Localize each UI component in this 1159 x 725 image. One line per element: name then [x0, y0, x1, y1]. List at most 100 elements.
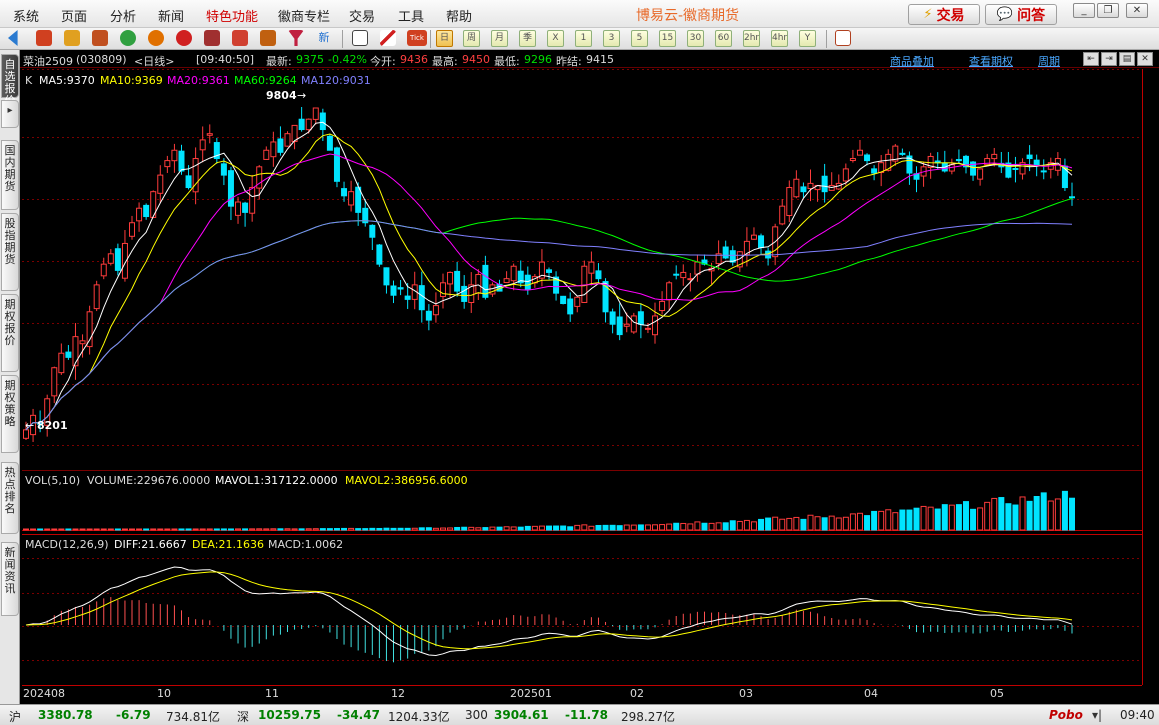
candle-up	[659, 300, 666, 312]
date-axis-label: 02	[630, 687, 644, 700]
volume-bar	[553, 525, 560, 531]
volume-bar	[171, 528, 178, 531]
candle-up	[680, 271, 687, 279]
volume-bar	[249, 528, 256, 531]
volume-bar	[129, 528, 136, 531]
volume-bar	[517, 526, 524, 531]
candle-down	[178, 150, 185, 172]
candle-down	[595, 270, 602, 280]
candle-up	[100, 263, 107, 277]
volume-bar	[319, 528, 326, 531]
candle-down	[758, 235, 765, 249]
max-price-label: 9804	[266, 89, 297, 102]
candle-up	[291, 124, 298, 142]
candle-up	[171, 149, 178, 162]
date-axis-label: 04	[864, 687, 878, 700]
volume-bar	[560, 525, 567, 531]
candle-down	[65, 351, 72, 358]
volume-bar	[157, 528, 164, 531]
volume-bar	[779, 518, 786, 531]
sh-index-value: 3380.78	[38, 708, 93, 722]
candle-down	[871, 168, 878, 174]
candle-down	[341, 188, 348, 197]
candle-down	[114, 248, 121, 271]
volume-bar	[369, 527, 376, 531]
hs300-value: 3904.61	[494, 708, 549, 722]
ma10-legend: MA10:9369	[100, 74, 163, 87]
volume-bar	[878, 510, 885, 531]
candle-down	[277, 138, 284, 153]
candle-up	[164, 160, 171, 168]
volume-bar	[948, 504, 955, 531]
candle-up	[235, 201, 242, 216]
volume-bar	[312, 528, 319, 531]
candle-up	[432, 305, 439, 316]
volume-bar	[871, 510, 878, 531]
date-axis: 202408 10 11 12 202501 02 03 04 05	[23, 687, 1004, 700]
vol-legend-volume: VOLUME:229676.0000	[87, 474, 210, 487]
volume-bar	[93, 528, 100, 531]
volume-bar	[758, 518, 765, 531]
min-price-arrow-icon: ←	[25, 419, 34, 432]
candle-down	[616, 316, 623, 336]
candle-up	[86, 311, 93, 348]
candle-down	[482, 264, 489, 298]
date-axis-label: 05	[990, 687, 1004, 700]
volume-bar	[906, 509, 913, 531]
candle-up	[136, 207, 143, 222]
candle-up	[129, 222, 136, 237]
candle-down	[800, 186, 807, 193]
vol-legend-mavol1: MAVOL1:317122.0000	[215, 474, 338, 487]
volume-bar	[524, 525, 531, 531]
volume-bar	[51, 528, 58, 531]
volume-bar	[143, 528, 150, 531]
volume-bar	[694, 521, 701, 531]
candlestick-series	[23, 107, 1075, 442]
volume-bar	[185, 528, 192, 531]
volume-bar	[86, 528, 93, 531]
volume-bar	[206, 528, 213, 531]
sh-index-change: -6.79	[116, 708, 151, 722]
candle-down	[821, 175, 828, 193]
volume-bar	[970, 508, 977, 531]
volume-bar	[461, 526, 468, 531]
candle-up	[58, 352, 65, 374]
sz-index-label: 深	[237, 710, 250, 724]
volume-bar	[341, 527, 348, 531]
volume-bar	[920, 505, 927, 531]
ma120-line	[25, 220, 1073, 431]
candle-down	[1040, 170, 1047, 173]
volume-bar	[962, 501, 969, 531]
volume-bar	[800, 518, 807, 531]
vol-legend-name: VOL(5,10)	[25, 474, 80, 487]
macd-diff-line	[25, 566, 1073, 657]
pobo-logo: Pobo	[1049, 708, 1083, 722]
sz-index-amount: 1204.33亿	[388, 710, 450, 724]
kline-chart[interactable]: 202408 10 11 12 202501 02 03 04 05 K MA5:9370 MA…	[0, 0, 1159, 704]
volume-bar	[1047, 500, 1054, 531]
volume-bar	[574, 524, 581, 531]
candle-down	[333, 147, 340, 182]
volume-bar	[842, 516, 849, 531]
candle-down	[899, 152, 906, 155]
volume-bar	[44, 528, 51, 531]
volume-bar	[256, 528, 263, 531]
volume-bar	[722, 522, 729, 531]
volume-bar	[892, 512, 899, 531]
sh-index-label: 沪	[9, 710, 22, 724]
date-axis-label: 12	[391, 687, 405, 700]
candle-down	[185, 175, 192, 189]
volume-bar	[454, 526, 461, 531]
candle-down	[1026, 154, 1033, 160]
volume-bar	[821, 517, 828, 531]
candle-down	[319, 112, 326, 131]
candle-down	[637, 311, 644, 325]
volume-bar	[30, 528, 37, 531]
volume-bar	[623, 524, 630, 531]
volume-bar	[355, 528, 362, 531]
volume-bar	[397, 527, 404, 531]
volume-bar	[991, 497, 998, 531]
candle-down	[227, 170, 234, 207]
macd-legend-dea: DEA:21.1636	[192, 538, 264, 551]
volume-bar	[1026, 500, 1033, 531]
